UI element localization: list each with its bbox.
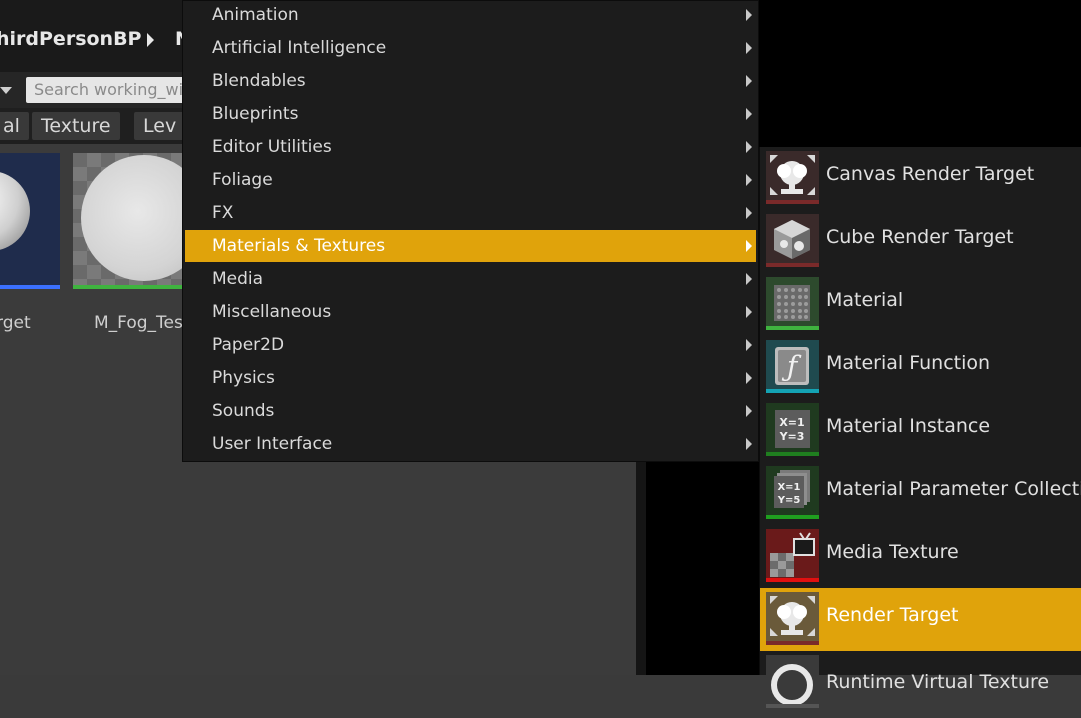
submenu-arrow-icon xyxy=(746,42,752,54)
menu-item-media[interactable]: Media xyxy=(185,263,756,295)
asset-type-bar xyxy=(766,389,819,393)
submenu-item-label: Material Parameter Collection xyxy=(826,478,1081,500)
menu-item-label: Animation xyxy=(212,5,299,25)
menu-item-sounds[interactable]: Sounds xyxy=(185,395,756,427)
menu-item-label: User Interface xyxy=(212,434,333,454)
menu-item-label: FX xyxy=(212,203,234,223)
materials-textures-submenu: Canvas Render Target Cube Render Target xyxy=(759,147,1081,708)
menu-item-miscellaneous[interactable]: Miscellaneous xyxy=(185,296,756,328)
sphere-preview-icon xyxy=(0,171,30,251)
submenu-item-runtime-virtual-texture[interactable]: Runtime Virtual Texture xyxy=(760,651,1081,714)
submenu-arrow-icon xyxy=(746,141,752,153)
asset-thumbnail-render-target[interactable] xyxy=(0,153,60,289)
menu-item-label: Paper2D xyxy=(212,335,285,355)
submenu-item-label: Cube Render Target xyxy=(826,226,1014,248)
create-asset-menu: Animation Artificial Intelligence Blenda… xyxy=(182,0,759,462)
filter-chip-texture[interactable]: Texture xyxy=(32,112,120,140)
sphere-preview-icon xyxy=(81,155,185,281)
menu-item-label: Physics xyxy=(212,368,275,388)
menu-item-user-interface[interactable]: User Interface xyxy=(185,428,756,460)
mi-line1: X=1 xyxy=(779,416,804,429)
filter-dropdown-caret-icon[interactable] xyxy=(0,87,12,94)
submenu-arrow-icon xyxy=(746,306,752,318)
submenu-item-cube-render-target[interactable]: Cube Render Target xyxy=(760,210,1081,273)
menu-item-blendables[interactable]: Blendables xyxy=(185,65,756,97)
submenu-arrow-icon xyxy=(746,75,752,87)
asset-type-bar xyxy=(766,452,819,456)
submenu-item-media-texture[interactable]: Media Texture xyxy=(760,525,1081,588)
menu-item-label: Sounds xyxy=(212,401,275,421)
menu-item-label: Materials & Textures xyxy=(212,236,386,256)
menu-item-fx[interactable]: FX xyxy=(185,197,756,229)
menu-item-label: Blendables xyxy=(212,71,306,91)
submenu-arrow-icon xyxy=(746,372,752,384)
submenu-arrow-icon xyxy=(746,273,752,285)
render-target-icon xyxy=(766,151,819,204)
menu-item-editor-utilities[interactable]: Editor Utilities xyxy=(185,131,756,163)
filter-chip-level[interactable]: Lev xyxy=(134,112,186,140)
menu-item-artificial-intelligence[interactable]: Artificial Intelligence xyxy=(185,32,756,64)
submenu-arrow-icon xyxy=(746,174,752,186)
material-icon xyxy=(766,277,819,330)
cube-render-target-icon xyxy=(766,214,819,267)
submenu-arrow-icon xyxy=(746,405,752,417)
submenu-item-label: Media Texture xyxy=(826,541,959,563)
menu-item-label: Miscellaneous xyxy=(212,302,332,322)
breadcrumb-folder[interactable]: hirdPersonBP xyxy=(0,28,142,50)
menu-item-paper2d[interactable]: Paper2D xyxy=(185,329,756,361)
menu-item-label: Artificial Intelligence xyxy=(212,38,387,58)
material-function-icon: ƒ xyxy=(766,340,819,393)
submenu-item-material-instance[interactable]: X=1 Y=3 Material Instance xyxy=(760,399,1081,462)
submenu-arrow-icon xyxy=(746,240,752,252)
mpc-line2: Y=5 xyxy=(777,495,801,506)
menu-item-physics[interactable]: Physics xyxy=(185,362,756,394)
asset-type-bar xyxy=(766,578,819,582)
menu-item-label: Blueprints xyxy=(212,104,299,124)
submenu-item-label: Runtime Virtual Texture xyxy=(826,671,1050,693)
menu-item-foliage[interactable]: Foliage xyxy=(185,164,756,196)
submenu-arrow-icon xyxy=(746,207,752,219)
submenu-arrow-icon xyxy=(746,9,752,21)
submenu-arrow-icon xyxy=(746,339,752,351)
menu-item-label: Editor Utilities xyxy=(212,137,332,157)
submenu-item-canvas-render-target[interactable]: Canvas Render Target xyxy=(760,147,1081,210)
mpc-line1: X=1 xyxy=(777,482,800,493)
asset-type-bar xyxy=(766,263,819,267)
menu-item-label: Foliage xyxy=(212,170,273,190)
submenu-item-label: Material xyxy=(826,289,904,311)
material-parameter-collection-icon: X=1 Y=5 xyxy=(766,466,819,519)
submenu-item-material[interactable]: Material xyxy=(760,273,1081,336)
asset-type-bar xyxy=(766,326,819,330)
asset-label: rget xyxy=(0,313,31,333)
mi-line2: Y=3 xyxy=(779,430,805,443)
asset-type-bar xyxy=(766,641,819,645)
submenu-item-material-function[interactable]: ƒ Material Function xyxy=(760,336,1081,399)
runtime-virtual-texture-icon xyxy=(766,655,819,708)
submenu-arrow-icon xyxy=(746,438,752,450)
asset-type-bar xyxy=(766,515,819,519)
media-texture-icon xyxy=(766,529,819,582)
submenu-arrow-icon xyxy=(746,108,752,120)
submenu-item-render-target[interactable]: Render Target xyxy=(760,588,1081,651)
breadcrumb-chevron-right-icon[interactable] xyxy=(147,33,154,47)
asset-type-bar xyxy=(766,704,819,708)
filter-chip-material[interactable]: al xyxy=(0,112,29,140)
render-target-icon xyxy=(766,592,819,645)
submenu-item-label: Canvas Render Target xyxy=(826,163,1035,185)
submenu-item-label: Material Instance xyxy=(826,415,991,437)
menu-item-label: Media xyxy=(212,269,264,289)
asset-thumbnail-fog-material[interactable] xyxy=(73,153,185,289)
submenu-item-label: Render Target xyxy=(826,604,959,626)
submenu-item-label: Material Function xyxy=(826,352,991,374)
submenu-item-material-parameter-collection[interactable]: X=1 Y=5 Material Parameter Collection xyxy=(760,462,1081,525)
material-instance-icon: X=1 Y=3 xyxy=(766,403,819,456)
menu-item-animation[interactable]: Animation xyxy=(185,0,756,31)
menu-item-blueprints[interactable]: Blueprints xyxy=(185,98,756,130)
asset-type-bar xyxy=(766,200,819,204)
asset-label: M_Fog_Tes xyxy=(94,313,183,333)
menu-item-materials-textures[interactable]: Materials & Textures xyxy=(185,230,756,262)
